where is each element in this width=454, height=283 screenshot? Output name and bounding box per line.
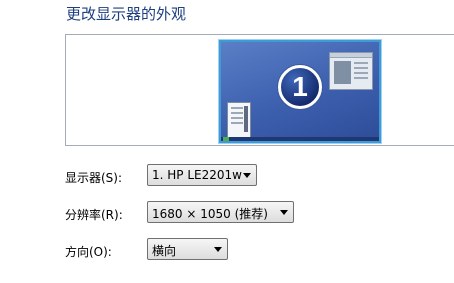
- resolution-label: 分辨率(R):: [65, 208, 123, 222]
- monitor-number-badge: 1: [278, 65, 322, 109]
- orientation-select-value: 横向: [152, 244, 177, 258]
- start-button-icon: [223, 137, 229, 141]
- window-thumbnail-icon: [329, 52, 373, 90]
- resolution-select-value: 1680 × 1050 (推荐): [152, 207, 268, 221]
- display-select-value: 1. HP LE2201w: [152, 168, 242, 182]
- resolution-select[interactable]: 1680 × 1050 (推荐): [147, 201, 294, 223]
- chevron-down-icon: [243, 173, 251, 178]
- monitor-preview-area: 1: [65, 34, 454, 146]
- display-select[interactable]: 1. HP LE2201w: [147, 164, 257, 186]
- computer-tower-icon: [227, 102, 251, 138]
- chevron-down-icon: [280, 210, 288, 215]
- display-label: 显示器(S):: [65, 171, 123, 185]
- orientation-label: 方向(O):: [65, 245, 112, 259]
- monitor-preview-icon[interactable]: 1: [219, 40, 381, 143]
- page-title: 更改显示器的外观: [66, 5, 187, 23]
- chevron-down-icon: [214, 247, 222, 252]
- orientation-select[interactable]: 横向: [147, 238, 228, 260]
- taskbar: [221, 137, 379, 141]
